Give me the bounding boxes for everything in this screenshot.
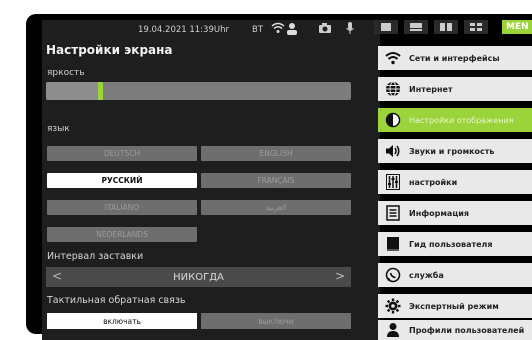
sliders-icon (382, 172, 404, 192)
menu-item-label: Информация (409, 208, 469, 218)
menu-item-settings[interactable]: настройки (378, 170, 532, 194)
view-split-button[interactable] (434, 20, 458, 34)
menu-item-user-guide[interactable]: Гид пользователя (378, 232, 532, 256)
microphone-icon (346, 22, 354, 38)
menu-item-label: Сети и интерфейсы (409, 53, 500, 63)
menu-item-information[interactable]: Информация (378, 201, 532, 225)
status-datetime: 19.04.2021 11:39Uhr (138, 25, 229, 35)
menu-item-label: Профили пользователей (409, 325, 525, 335)
menu-item-label: настройки (409, 177, 458, 187)
menu-item-label: Звуки и громкость (409, 146, 495, 156)
lang-option-french[interactable]: FRANÇAIS (201, 173, 351, 188)
speaker-icon (382, 141, 404, 161)
globe-icon (382, 79, 404, 99)
screensaver-label: Интервал заставки (47, 251, 144, 262)
menu-button[interactable]: MEN (502, 20, 532, 34)
wifi-icon (382, 48, 404, 68)
display-settings-panel: 19.04.2021 11:39Uhr BT Настройки экрана … (42, 20, 380, 340)
info-doc-icon (382, 203, 404, 223)
menu-item-expert-mode[interactable]: Экспертный режим (378, 294, 532, 318)
camera-icon (318, 22, 332, 37)
whatsapp-icon (382, 265, 404, 285)
brightness-slider[interactable] (46, 82, 351, 100)
menu-item-label: служба (409, 270, 444, 280)
lang-option-deutsch[interactable]: DEUTSCH (47, 146, 197, 161)
menu-item-user-profiles[interactable]: Профили пользователей (378, 320, 532, 340)
screensaver-next-button[interactable]: > (335, 269, 345, 283)
brightness-slider-thumb[interactable] (97, 82, 103, 100)
screensaver-value: НИКОГДА (173, 271, 224, 283)
menu-item-label: Гид пользователя (409, 239, 493, 249)
menu-item-sounds[interactable]: Звуки и громкость (378, 139, 532, 163)
lang-option-arabic[interactable]: العربية (201, 200, 351, 215)
haptic-on-button[interactable]: включать (47, 313, 197, 329)
brightness-label: яркость (47, 68, 85, 78)
lang-option-russian[interactable]: РУССКИЙ (47, 173, 197, 188)
status-bt: BT (252, 25, 264, 35)
menu-item-label: Интернет (409, 84, 453, 94)
menu-item-internet[interactable]: Интернет (378, 77, 532, 101)
screensaver-selector: < НИКОГДА > (46, 267, 351, 287)
menu-item-label: Настройки отображения (409, 115, 514, 125)
book-icon (382, 234, 404, 254)
lang-option-dutch[interactable]: NEDERLANDS (47, 227, 197, 242)
menu-item-display[interactable]: Настройки отображения (378, 108, 532, 132)
lang-option-italian[interactable]: ITALIANO (47, 200, 197, 215)
status-bar: 19.04.2021 11:39Uhr BT (42, 20, 380, 40)
contrast-icon (382, 110, 404, 130)
view-mode-bar: MEN (374, 20, 532, 34)
user-status-icon (286, 22, 298, 39)
menu-item-service[interactable]: служба (378, 263, 532, 287)
lang-option-english[interactable]: ENGLISH (201, 146, 351, 161)
brightness-slider-fill (46, 82, 98, 100)
menu-item-networks[interactable]: Сети и интерфейсы (378, 46, 532, 70)
page-title: Настройки экрана (46, 43, 173, 57)
view-single-button[interactable] (374, 20, 398, 34)
view-grid-button[interactable] (464, 20, 488, 34)
language-label: язык (47, 124, 70, 134)
user-icon (382, 320, 404, 340)
menu-item-label: Экспертный режим (409, 301, 499, 311)
view-wide-button[interactable] (404, 20, 428, 34)
gear-icon (382, 296, 404, 316)
screensaver-prev-button[interactable]: < (52, 269, 62, 283)
haptic-off-button[interactable]: выключи (201, 313, 351, 329)
haptic-label: Тактильная обратная связь (47, 295, 186, 306)
wifi-status-icon (271, 22, 285, 37)
